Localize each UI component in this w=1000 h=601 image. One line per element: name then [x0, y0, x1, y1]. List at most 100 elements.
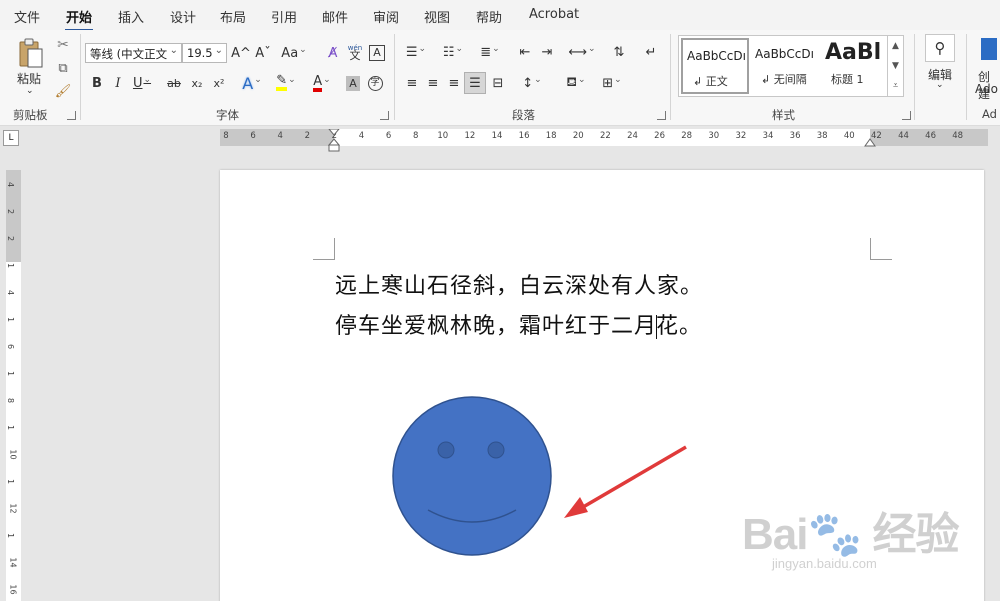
style-sample: AaBbCcDı [755, 47, 814, 61]
vertical-ruler-tick-label: 6 [6, 343, 16, 350]
tab-references[interactable]: 引用 [271, 7, 297, 26]
clear-formatting-button[interactable]: A̸ [322, 42, 344, 64]
bold-button[interactable]: B [86, 72, 108, 94]
arrow-shaft [577, 445, 687, 512]
bullets-button[interactable]: ☰ [400, 41, 432, 63]
vertical-ruler-tick-label: 1 [6, 532, 16, 539]
style-no-spacing[interactable]: AaBbCcDı ↲ 无间隔 [751, 38, 819, 94]
tab-acrobat[interactable]: Acrobat [529, 7, 579, 22]
align-left-button[interactable]: ≡ [401, 72, 423, 94]
tab-review[interactable]: 审阅 [373, 7, 399, 26]
clipboard-dialog-launcher[interactable] [67, 111, 76, 120]
styles-dialog-launcher[interactable] [902, 111, 911, 120]
numbering-button[interactable]: ☷ [437, 41, 469, 63]
phonetic-guide-button[interactable]: wén 文 [344, 41, 366, 63]
create-pdf-button[interactable] [978, 36, 1000, 62]
superscript-button[interactable]: x² [208, 72, 230, 94]
cut-button[interactable]: ✂ [52, 34, 74, 56]
arrow-head [564, 497, 588, 518]
tab-insert[interactable]: 插入 [118, 7, 144, 26]
ruler-tick-label: 6 [250, 131, 256, 141]
format-painter-button[interactable]: 🖌 [52, 80, 74, 102]
gallery-scroll-down[interactable]: ▼ [887, 56, 903, 76]
font-dialog-launcher[interactable] [380, 111, 389, 120]
multilevel-list-button[interactable]: ≣ [474, 41, 506, 63]
tab-mailings[interactable]: 邮件 [322, 7, 348, 26]
style-heading-1[interactable]: AaBl 标题 1 [821, 38, 885, 94]
subscript-button[interactable]: x₂ [186, 72, 208, 94]
text-effects-button[interactable]: A [238, 72, 266, 94]
chevron-down-icon: ⌄ [214, 45, 223, 56]
tab-file[interactable]: 文件 [14, 7, 40, 26]
document-line-2-text: 停车坐爱枫林晚，霜叶红于二月 [335, 314, 658, 339]
red-arrow-annotation [564, 445, 687, 518]
document-line-2[interactable]: 停车坐爱枫林晚，霜叶红于二月花。 [335, 308, 702, 340]
enclose-characters-button[interactable]: 字 [364, 72, 386, 94]
justify-button[interactable]: ☰ [464, 72, 486, 94]
grow-font-button[interactable]: A^ [230, 42, 252, 64]
editing-button[interactable]: ⚲ [925, 34, 955, 62]
copy-icon: ⧉ [58, 60, 68, 76]
distributed-icon: ⊟ [492, 75, 504, 91]
horizontal-ruler[interactable]: 8 6 4 2 2 4 6 8 10 12 14 16 18 20 22 24 26 28 30 32 34 36 38 40… [220, 129, 988, 152]
right-indent-marker-icon[interactable] [864, 138, 876, 147]
smiley-face-shape[interactable] [390, 394, 554, 558]
decrease-indent-button[interactable]: ⇤ [514, 41, 536, 63]
document-page[interactable]: 远上寒山石径斜，白云深处有人家。 停车坐爱枫林晚，霜叶红于二月花。 [220, 170, 984, 601]
shading-button[interactable]: ⛾ [560, 72, 592, 94]
distributed-button[interactable]: ⊟ [487, 72, 509, 94]
sort-button[interactable]: ⇅ [608, 41, 630, 63]
italic-button[interactable]: I [107, 72, 129, 94]
sort-icon: ⇅ [613, 44, 625, 60]
gallery-scroll-up[interactable]: ▲ [887, 36, 903, 56]
line-spacing-icon: ↕ [522, 75, 534, 91]
increase-indent-button[interactable]: ⇥ [536, 41, 558, 63]
ruler-tick-label: 44 [898, 131, 909, 141]
change-case-button[interactable]: Aa [280, 42, 308, 64]
smiley-face-circle[interactable] [392, 396, 552, 556]
bold-icon: B [92, 75, 102, 91]
borders-button[interactable]: ⊞ [596, 72, 628, 94]
tab-home[interactable]: 开始 [64, 7, 94, 32]
vertical-ruler[interactable]: 4 2 2 1 4 1 6 1 8 1 10 1 12 1 14 16 [6, 170, 21, 601]
increase-indent-icon: ⇥ [541, 44, 553, 60]
copy-button[interactable]: ⧉ [52, 57, 74, 79]
horizontal-ruler-bar: L 8 6 4 2 2 4 6 8 10 12 14 16 18 20 22 24 26 28 30 32 34 36 38… [0, 126, 1000, 152]
tab-layout[interactable]: 布局 [220, 7, 246, 26]
scissors-icon: ✂ [57, 37, 69, 53]
strikethrough-button[interactable]: ab [163, 72, 185, 94]
document-line-1[interactable]: 远上寒山石径斜，白云深处有人家。 [335, 268, 703, 300]
bullet-list-icon: ☰ [405, 44, 418, 60]
tab-selector[interactable]: L [3, 130, 19, 146]
paragraph-dialog-launcher[interactable] [657, 111, 666, 120]
font-color-button[interactable]: A [308, 72, 336, 94]
tab-design[interactable]: 设计 [170, 7, 196, 26]
style-name: 标题 1 [831, 73, 864, 86]
vertical-ruler-tick-label: 2 [6, 235, 16, 242]
align-right-button[interactable]: ≡ [443, 72, 465, 94]
highlight-button[interactable]: ✎ [272, 72, 300, 94]
document-canvas[interactable]: 远上寒山石径斜，白云深处有人家。 停车坐爱枫林晚，霜叶红于二月花。 [26, 152, 1000, 601]
indent-marker-icon[interactable] [328, 129, 340, 153]
font-size-select[interactable]: 19.5 ⌄ [182, 43, 227, 63]
paste-dropdown-icon[interactable]: ⌄ [26, 86, 34, 96]
shrink-font-button[interactable]: Aˇ [252, 42, 274, 64]
character-shading-button[interactable]: A [342, 72, 364, 94]
margin-corner-mark [870, 238, 892, 260]
show-marks-button[interactable]: ↵ [640, 41, 662, 63]
group-divider [966, 34, 967, 120]
tab-help[interactable]: 帮助 [476, 7, 502, 26]
styles-group-label: 样式 [772, 108, 795, 122]
character-border-button[interactable]: A [366, 42, 388, 64]
font-name-select[interactable]: 等线 (中文正文 ⌄ [85, 43, 182, 63]
align-center-button[interactable]: ≡ [422, 72, 444, 94]
underline-button[interactable]: U [128, 72, 156, 94]
tab-view[interactable]: 视图 [424, 7, 450, 26]
gallery-more[interactable]: ⩡ [887, 76, 903, 96]
paste-label[interactable]: 粘贴 [17, 70, 41, 87]
align-right-icon: ≡ [448, 75, 460, 91]
chinese-layout-button[interactable]: ⟷ [566, 41, 598, 63]
line-spacing-button[interactable]: ↕ [516, 72, 548, 94]
paste-button[interactable] [14, 36, 48, 70]
style-normal[interactable]: AaBbCcDı ↲ 正文 [681, 38, 749, 94]
